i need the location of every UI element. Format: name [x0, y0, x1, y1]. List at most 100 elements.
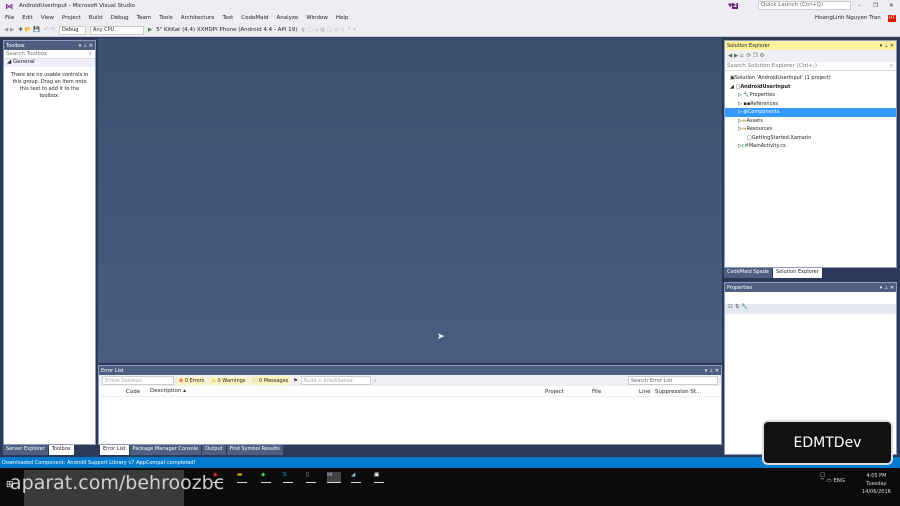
- tree-item-properties[interactable]: ▷ 🔧 Properties: [725, 91, 896, 100]
- minimize-button[interactable]: –: [858, 3, 861, 9]
- menu-project[interactable]: Project: [62, 15, 81, 21]
- network-app-icon[interactable]: ◆: [261, 472, 271, 483]
- toolbox-group[interactable]: ◢ General: [4, 59, 95, 67]
- menu-file[interactable]: File: [5, 15, 14, 21]
- filter-icon[interactable]: ▼2: [728, 3, 739, 9]
- pin-icon[interactable]: ▾ ⊥ ✕: [705, 368, 719, 374]
- tab-error-list[interactable]: Error List: [100, 445, 129, 455]
- explorer-icon[interactable]: ▬: [237, 472, 247, 483]
- col-line[interactable]: Line: [639, 389, 650, 395]
- filter-icon[interactable]: ⚑: [293, 378, 297, 384]
- menu-tools[interactable]: Tools: [159, 15, 173, 21]
- properties-title: Properties: [727, 284, 753, 291]
- menu-help[interactable]: Help: [336, 15, 349, 21]
- toolbox-panel: Toolbox ▾ ⊥ ✕ Search Toolbox ⌕ ◢ General T…: [3, 40, 96, 445]
- undo-icon[interactable]: ↶ ↷: [44, 27, 55, 33]
- menu-analyze[interactable]: Analyze: [277, 15, 299, 21]
- tree-project[interactable]: ◢ ▢ AndroidUserInput: [725, 83, 896, 92]
- tree-item-references[interactable]: ▷ ▪▪ References: [725, 100, 896, 109]
- tree-item-resources[interactable]: ▷ ▬ Resources: [725, 125, 896, 134]
- new-project-icon[interactable]: ✚ 📂 💾: [18, 27, 40, 33]
- tree-item-mainactivity[interactable]: ▷ c# MainActivity.cs: [725, 142, 896, 151]
- col-suppression[interactable]: Suppression St...: [655, 389, 701, 395]
- menu-view[interactable]: View: [41, 15, 54, 21]
- bottom-tabs: Error List Package Manager Console Outpu…: [100, 445, 284, 455]
- run-icon[interactable]: ▶: [148, 27, 152, 33]
- quick-launch[interactable]: Quick Launch (Ctrl+Q): [758, 1, 851, 10]
- solution-explorer-title: Solution Explorer: [727, 42, 770, 49]
- editor-area: [98, 38, 722, 363]
- phone-emulator-icon[interactable]: ▯: [306, 472, 316, 483]
- tree-item-assets[interactable]: ▷ ▬ Assets: [725, 117, 896, 126]
- alphabetical-icon[interactable]: ⇅: [735, 304, 740, 310]
- col-description[interactable]: Description ▴: [150, 388, 186, 394]
- notification-badge[interactable]: 2: [732, 3, 739, 9]
- maximize-button[interactable]: ❐: [873, 3, 878, 9]
- vs-logo-icon: ⋈: [5, 1, 13, 11]
- menu-test[interactable]: Test: [222, 15, 233, 21]
- property-pages-icon[interactable]: 🔧: [741, 304, 748, 310]
- scope-select[interactable]: Entire Solution: [102, 376, 174, 385]
- app-icon[interactable]: ◢: [351, 472, 361, 483]
- home-icon[interactable]: ◀ ▶ ⌂: [728, 53, 743, 59]
- menu-codemaid[interactable]: CodeMaid: [241, 15, 268, 21]
- toolbox-title: Toolbox: [6, 42, 25, 49]
- tab-output[interactable]: Output: [202, 445, 226, 455]
- error-search[interactable]: Search Error List: [628, 376, 718, 385]
- window-title: AndroidUserInput - Microsoft Visual Stud…: [19, 3, 135, 9]
- refresh-icon[interactable]: ⟳ ❐ ⚙: [746, 53, 764, 59]
- tab-codemaid-spade[interactable]: CodeMaid Spade: [724, 268, 772, 278]
- pin-icon[interactable]: ▾ ⊥ ✕: [79, 43, 93, 49]
- menu-architecture[interactable]: Architecture: [181, 15, 215, 21]
- menu-team[interactable]: Team: [137, 15, 152, 21]
- error-icon: ⊗: [179, 377, 184, 384]
- solution-explorer-panel: Solution Explorer ▾ ⊥ ✕ ◀ ▶ ⌂ ⟳ ❐ ⚙ Search…: [724, 40, 897, 268]
- tab-find-symbol-results[interactable]: Find Symbol Results: [226, 445, 283, 455]
- tab-package-manager-console[interactable]: Package Manager Console: [129, 445, 202, 455]
- platform-select[interactable]: Any CPU: [90, 25, 144, 35]
- pin-icon[interactable]: ▾ ⊥ ✕: [880, 285, 894, 291]
- categorized-icon[interactable]: ☷: [728, 304, 733, 310]
- info-icon: ⓘ: [252, 378, 258, 384]
- menu-bar: File Edit View Project Build Debug Team …: [0, 12, 900, 24]
- tab-toolbox[interactable]: Toolbox: [48, 445, 74, 455]
- col-code[interactable]: Code: [126, 389, 140, 395]
- tray-icons[interactable]: ▢ ^ ▭ ENG: [820, 472, 845, 484]
- channel-badge: EDMTDev: [762, 420, 893, 465]
- menu-edit[interactable]: Edit: [22, 15, 33, 21]
- col-project[interactable]: Project: [545, 389, 564, 395]
- build-filter-select[interactable]: Build + IntelliSense: [300, 376, 371, 385]
- toolbar-misc-icons: ◐ ▢ ⌂ ▦ ▢ ◎ ⇣ ⇡ ▾: [301, 27, 356, 33]
- close-button[interactable]: ✕: [889, 3, 894, 9]
- error-list-panel: Error List ▾ ⊥ ✕ Entire Solution ⊗ 0 Erro…: [98, 365, 722, 445]
- toolbox-search[interactable]: Search Toolbox ⌕: [4, 50, 95, 59]
- warnings-filter[interactable]: ⚠ 0 Warnings: [209, 376, 248, 385]
- tree-item-gettingstarted[interactable]: ▢ GettingStarted.Xamarin: [725, 134, 896, 143]
- toolbox-tabs: Server Explorer Toolbox: [3, 445, 75, 455]
- menu-debug[interactable]: Debug: [111, 15, 129, 21]
- errors-filter[interactable]: ⊗ 0 Errors: [177, 376, 207, 385]
- title-bar: ⋈ AndroidUserInput - Microsoft Visual St…: [0, 0, 900, 12]
- messages-filter[interactable]: ⓘ 0 Messages: [250, 376, 291, 385]
- skype-icon[interactable]: S: [283, 472, 293, 483]
- config-select[interactable]: Debug: [59, 25, 86, 35]
- toolbar: ◀ ▶ ✚ 📂 💾 ↶ ↷ Debug Any CPU ▶ 5" KitKat …: [0, 24, 900, 37]
- pin-icon[interactable]: ▾ ⊥ ✕: [880, 43, 894, 49]
- tree-solution[interactable]: ▣ Solution 'AndroidUserInput' (1 project…: [725, 74, 896, 83]
- back-icon[interactable]: ◀ ▶: [4, 27, 14, 33]
- menu-window[interactable]: Window: [306, 15, 328, 21]
- console-icon[interactable]: ▣: [374, 472, 384, 483]
- clear-filter-icon[interactable]: ⌕: [374, 378, 377, 384]
- run-target[interactable]: 5" KitKat (4.4) XXHDPI Phone (Android 4.…: [156, 27, 297, 33]
- toolbox-header: Toolbox ▾ ⊥ ✕: [4, 41, 95, 50]
- visual-studio-icon[interactable]: ⋈: [327, 472, 341, 483]
- tree-item-components[interactable]: ▷ ◍ Components: [725, 108, 896, 117]
- col-file[interactable]: File: [592, 389, 601, 395]
- tab-solution-explorer[interactable]: Solution Explorer: [773, 268, 822, 278]
- tab-server-explorer[interactable]: Server Explorer: [3, 445, 48, 455]
- user-name[interactable]: HoangLinh Nguyen Tran: [815, 15, 881, 21]
- menu-build[interactable]: Build: [89, 15, 103, 21]
- clock[interactable]: 4:05 PM Tuesday 14/06/2016: [862, 472, 891, 496]
- solution-search[interactable]: Search Solution Explorer (Ctrl+;) ⌕: [725, 62, 896, 71]
- user-avatar[interactable]: HT: [888, 14, 897, 22]
